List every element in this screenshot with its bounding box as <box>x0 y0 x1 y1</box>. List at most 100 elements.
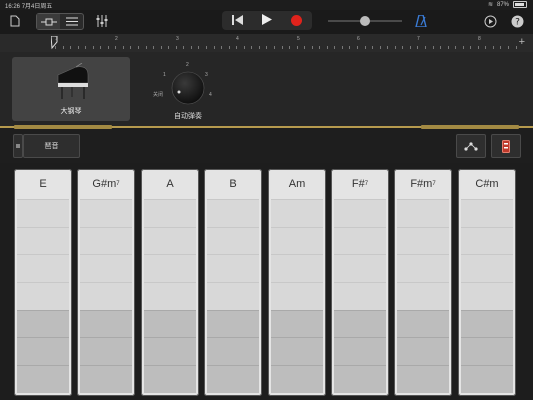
chord-bass-cell[interactable] <box>207 337 259 365</box>
chord-bass-cell[interactable] <box>207 310 259 338</box>
document-icon[interactable] <box>6 12 24 30</box>
chord-strip-3[interactable]: B <box>204 169 262 396</box>
instrument-tile[interactable]: 大钢琴 <box>12 57 130 121</box>
chord-bass-cell[interactable] <box>144 337 196 365</box>
play-icon[interactable] <box>261 12 272 30</box>
chord-bass-cell[interactable] <box>80 310 132 338</box>
chord-note-cell[interactable] <box>17 282 69 310</box>
chord-bass-cell[interactable] <box>397 310 449 338</box>
chord-note-cell[interactable] <box>271 282 323 310</box>
chord-note-cell[interactable] <box>397 199 449 227</box>
add-section-icon[interactable]: + <box>519 36 525 48</box>
ruler-tick <box>93 46 94 49</box>
chord-name[interactable]: F#m 7 <box>394 169 452 199</box>
chord-name[interactable]: Am <box>268 169 326 199</box>
chord-bass-cell[interactable] <box>17 365 69 393</box>
rewind-icon[interactable] <box>231 12 243 30</box>
chord-note-cell[interactable] <box>144 227 196 255</box>
chord-note-cell[interactable] <box>334 227 386 255</box>
smart-controls-icon[interactable] <box>491 134 521 158</box>
chord-bass-cell[interactable] <box>461 337 513 365</box>
chord-note-cell[interactable] <box>271 199 323 227</box>
view-switcher[interactable] <box>36 13 84 30</box>
tracks-view-icon[interactable] <box>37 14 60 29</box>
chord-strip-0[interactable]: E <box>14 169 72 396</box>
chord-strip-4[interactable]: Am <box>268 169 326 396</box>
ruler-tick <box>138 46 139 49</box>
chord-note-cell[interactable] <box>207 227 259 255</box>
chord-name[interactable]: E <box>14 169 72 199</box>
chord-name[interactable]: C#m <box>458 169 516 199</box>
chord-bass-cell[interactable] <box>334 337 386 365</box>
chord-bass-cell[interactable] <box>17 310 69 338</box>
chord-note-cell[interactable] <box>207 254 259 282</box>
loop-icon[interactable] <box>481 12 499 30</box>
chord-note-cell[interactable] <box>334 282 386 310</box>
chord-bass-cell[interactable] <box>397 365 449 393</box>
chord-note-cell[interactable] <box>17 199 69 227</box>
ruler-tick <box>455 46 456 49</box>
chord-note-cell[interactable] <box>461 199 513 227</box>
chord-layout-icon[interactable] <box>456 134 486 158</box>
chord-bass-cell[interactable] <box>334 310 386 338</box>
chord-note-cell[interactable] <box>334 254 386 282</box>
chord-name[interactable]: B <box>204 169 262 199</box>
chord-note-cell[interactable] <box>80 199 132 227</box>
chord-note-cell[interactable] <box>144 199 196 227</box>
chord-bass-cell[interactable] <box>207 365 259 393</box>
chord-note-cell[interactable] <box>461 254 513 282</box>
chord-note-cell[interactable] <box>334 199 386 227</box>
chord-bass-cell[interactable] <box>397 337 449 365</box>
chord-strip-6[interactable]: F#m 7 <box>394 169 452 396</box>
metronome-icon[interactable] <box>412 12 430 30</box>
volume-knob[interactable] <box>360 16 370 26</box>
chord-name[interactable]: A <box>141 169 199 199</box>
chord-bass-cell[interactable] <box>271 310 323 338</box>
mixer-icon[interactable] <box>93 12 111 30</box>
chord-strip-5[interactable]: F# 7 <box>331 169 389 396</box>
chord-note-cell[interactable] <box>17 227 69 255</box>
help-icon[interactable]: ? <box>508 12 526 30</box>
chord-note-cell[interactable] <box>271 254 323 282</box>
chord-bass-cell[interactable] <box>17 337 69 365</box>
chord-note-cell[interactable] <box>397 227 449 255</box>
chord-note-cell[interactable] <box>271 227 323 255</box>
chord-note-cell[interactable] <box>397 254 449 282</box>
chord-note-cell[interactable] <box>80 227 132 255</box>
chord-note-cell[interactable] <box>144 282 196 310</box>
browser-view-icon[interactable] <box>60 14 83 29</box>
chord-note-cell[interactable] <box>17 254 69 282</box>
chord-note-cell[interactable] <box>80 254 132 282</box>
record-icon[interactable] <box>291 15 303 26</box>
chord-bass-cell[interactable] <box>461 310 513 338</box>
chord-strip-1[interactable]: G#m 7 <box>77 169 135 396</box>
arpeggio-button[interactable]: 琶音 <box>23 134 80 158</box>
chord-note-cell[interactable] <box>207 199 259 227</box>
chord-strip-2[interactable]: A <box>141 169 199 396</box>
chord-name[interactable]: F# 7 <box>331 169 389 199</box>
chord-bass-cell[interactable] <box>144 365 196 393</box>
master-volume-slider[interactable] <box>328 16 402 26</box>
chord-bass-cell[interactable] <box>144 310 196 338</box>
chord-note-cell[interactable] <box>461 282 513 310</box>
chord-name[interactable]: G#m 7 <box>77 169 135 199</box>
chord-note-cell[interactable] <box>461 227 513 255</box>
ruler-tick <box>304 46 305 49</box>
chord-bass-cell[interactable] <box>271 365 323 393</box>
chord-note-cell[interactable] <box>144 254 196 282</box>
chord-note-cell[interactable] <box>397 282 449 310</box>
side-handle[interactable] <box>13 134 23 158</box>
timeline-ruler[interactable]: + 1 2 3 4 5 6 7 8 <box>0 34 533 53</box>
chord-bass-cell[interactable] <box>271 337 323 365</box>
ruler-tick <box>100 46 101 49</box>
chord-note-cell[interactable] <box>207 282 259 310</box>
status-right: ≋ 87% <box>488 1 527 8</box>
chord-bass-cell[interactable] <box>80 337 132 365</box>
chord-bass-cell[interactable] <box>461 365 513 393</box>
chord-strip-7[interactable]: C#m <box>458 169 516 396</box>
ruler-tick <box>85 46 86 49</box>
autoplay-knob[interactable] <box>171 71 205 105</box>
chord-bass-cell[interactable] <box>80 365 132 393</box>
chord-note-cell[interactable] <box>80 282 132 310</box>
chord-bass-cell[interactable] <box>334 365 386 393</box>
